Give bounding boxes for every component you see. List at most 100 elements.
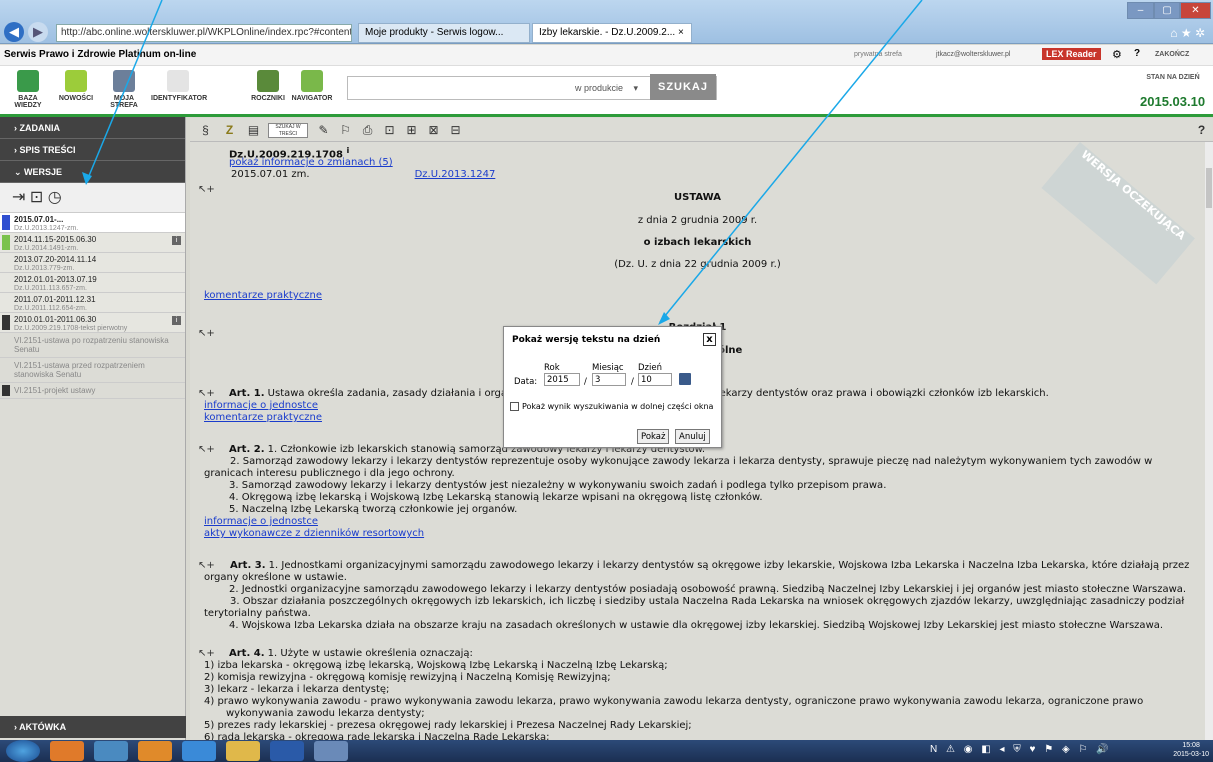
- info-icon[interactable]: i: [172, 236, 181, 245]
- flag-icon[interactable]: ⚐: [338, 123, 353, 138]
- day-label: Dzień: [638, 363, 662, 373]
- show-button[interactable]: Pokaż: [637, 429, 670, 444]
- stan-na-dzien-label[interactable]: STAN NA DZIEŃ: [1138, 74, 1208, 81]
- version-dates: 2010.01.01-2011.06.30: [14, 315, 97, 324]
- definition-item: 4) prawo wykonywania zawodu - prawo wyko…: [204, 696, 1144, 719]
- day-field[interactable]: 10: [638, 373, 672, 386]
- act-date: z dnia 2 grudnia 2009 r.: [637, 215, 758, 226]
- roczniki-button[interactable]: ROCZNIKI: [244, 68, 292, 102]
- help-icon[interactable]: ?: [1194, 123, 1209, 138]
- paint-icon[interactable]: [314, 741, 348, 761]
- add-note-icon[interactable]: ↖+: [198, 388, 215, 399]
- version-draft-item[interactable]: VI.2151-ustawa przed rozpatrzeniem stano…: [0, 358, 185, 383]
- print-icon[interactable]: ⎙: [360, 123, 375, 138]
- z-icon[interactable]: Z: [222, 123, 237, 138]
- identyfikator-button[interactable]: IDENTYFIKATOR: [151, 68, 207, 102]
- change-link[interactable]: Dz.U.2013.1247: [415, 169, 496, 180]
- add-note-icon[interactable]: ↖+: [198, 444, 215, 455]
- folder-icon[interactable]: [226, 741, 260, 761]
- export-icon[interactable]: ⊡: [382, 123, 397, 138]
- month-field[interactable]: 3: [592, 373, 626, 386]
- start-button[interactable]: [6, 740, 40, 762]
- private-zone-link[interactable]: prywatna strefa: [854, 51, 902, 58]
- tool-label: MOJA STREFA: [110, 95, 138, 109]
- sidebar-zadania[interactable]: › ZADANIA: [0, 117, 185, 139]
- version-item[interactable]: 2012.01.01-2013.07.19 Dz.U.2011.113.657-z…: [0, 273, 185, 293]
- version-item[interactable]: 2015.07.01-... Dz.U.2013.1247-zm.: [0, 213, 185, 233]
- executive-acts-link[interactable]: akty wykonawcze z dzienników resortowych: [204, 528, 1166, 540]
- annotate-icon[interactable]: ✎: [316, 123, 331, 138]
- article-3-par-4: 4. Wojskowa Izba Lekarska działa na obsz…: [229, 620, 1164, 631]
- draft-label: VI.2151-projekt ustawy: [14, 386, 96, 395]
- scroll-thumb[interactable]: [1206, 168, 1212, 208]
- version-item[interactable]: 2011.07.01-2011.12.31 Dz.U.2011.112.654-z…: [0, 293, 185, 313]
- version-item[interactable]: 2014.11.15-2015.06.30 Dz.U.2014.1491-zm. i: [0, 233, 185, 253]
- version-draft-item[interactable]: VI.2151-projekt ustawy: [0, 383, 185, 399]
- commentary-link[interactable]: komentarze praktyczne: [204, 290, 1166, 302]
- document-icon[interactable]: ▤: [246, 123, 261, 138]
- tab-izby-lekarskie[interactable]: Izby lekarskie. - Dz.U.2009.2... ×: [532, 23, 692, 43]
- version-item[interactable]: 2010.01.01-2011.06.30 Dz.U.2009.219.1708-…: [0, 313, 185, 333]
- search-in-text-button[interactable]: SZUKAJ W TREŚCI: [268, 123, 308, 138]
- add-note-icon[interactable]: ↖+: [198, 648, 215, 659]
- clock[interactable]: 15:08 2015-03-10: [1173, 741, 1209, 759]
- close-window-button[interactable]: ✕: [1180, 2, 1211, 19]
- copy-icon[interactable]: ⊞: [404, 123, 419, 138]
- info-sup[interactable]: i: [346, 145, 349, 155]
- document-scrollbar[interactable]: [1205, 142, 1213, 740]
- address-bar[interactable]: http://abc.online.wolterskluwer.pl/WKPLO…: [56, 24, 352, 42]
- forward-icon[interactable]: ▶: [28, 22, 48, 42]
- moja-strefa-button[interactable]: MOJA STREFA: [100, 68, 148, 109]
- tab-moje-produkty[interactable]: Moje produkty - Serwis logow...: [358, 23, 530, 43]
- baza-wiedzy-button[interactable]: BAZA WIEDZY: [4, 68, 52, 109]
- home-star-gear-icon[interactable]: ⌂ ★ ✲: [1170, 26, 1205, 40]
- system-tray[interactable]: N ⚠ ◉ ◧ ◂ ⛨ ♥ ⚑ ◈ ⚐ 🔊: [930, 744, 1112, 755]
- app-icon[interactable]: [94, 741, 128, 761]
- version-dates: 2013.07.20-2014.11.14: [14, 255, 97, 264]
- sidebar-spis-tresci[interactable]: › SPIS TREŚCI: [0, 139, 185, 161]
- user-email[interactable]: jtkacz@wolterskluwer.pl: [936, 51, 1010, 58]
- bookmark-icon: [2, 385, 10, 396]
- sidebar-wersje[interactable]: ⌄ WERSJE: [0, 161, 185, 183]
- briefcase-icon[interactable]: ⊟: [448, 123, 463, 138]
- settings-icon[interactable]: ⚙: [1112, 48, 1122, 61]
- year-field[interactable]: 2015: [544, 373, 580, 386]
- navigator-button[interactable]: NAVIGATOR: [288, 68, 336, 102]
- word-icon[interactable]: [270, 741, 304, 761]
- show-changes-link[interactable]: pokaż informacje o zmianach (5): [229, 157, 1191, 169]
- maximize-button[interactable]: ▢: [1154, 2, 1180, 19]
- help-icon[interactable]: ?: [1134, 48, 1140, 59]
- article-3-par-2: 2. Jednostki organizacyjne samorządu zaw…: [229, 584, 1187, 595]
- main-toolbar: BAZA WIEDZY NOWOŚCI MOJA STREFA IDENTYFI…: [0, 66, 1213, 114]
- definition-item: 3) lekarz - lekarza i lekarza dentystę;: [204, 684, 390, 695]
- minimize-button[interactable]: –: [1127, 2, 1154, 19]
- bookmark-icon: [2, 215, 10, 230]
- search-scope-select[interactable]: w produkcie ▾: [575, 83, 638, 94]
- tab-close-icon[interactable]: ×: [678, 27, 684, 38]
- calendar-icon[interactable]: [679, 373, 691, 385]
- sidebar-aktowka[interactable]: › AKTÓWKA: [0, 716, 186, 738]
- show-results-checkbox[interactable]: [510, 402, 519, 411]
- version-item[interactable]: 2013.07.20-2014.11.14 Dz.U.2013.779-zm.: [0, 253, 185, 273]
- info-icon[interactable]: i: [172, 316, 181, 325]
- lex-reader-button[interactable]: LEX Reader: [1042, 48, 1101, 60]
- search-button[interactable]: SZUKAJ: [650, 74, 716, 100]
- paragraph-icon[interactable]: §: [198, 123, 213, 138]
- logout-button[interactable]: ZAKOŃCZ: [1155, 51, 1189, 58]
- act-publication: (Dz. U. z dnia 22 grudnia 2009 r.): [614, 259, 781, 270]
- close-icon[interactable]: x: [703, 333, 716, 346]
- version-tools[interactable]: ⇥ ⊡ ◷: [0, 183, 185, 213]
- back-icon[interactable]: ◀: [4, 22, 24, 42]
- email-icon[interactable]: ⊠: [426, 123, 441, 138]
- article-2-par-4: 4. Okręgową izbę lekarską i Wojskową Izb…: [229, 492, 763, 503]
- outlook-icon[interactable]: [138, 741, 172, 761]
- cancel-button[interactable]: Anuluj: [675, 429, 710, 444]
- firefox-icon[interactable]: [50, 741, 84, 761]
- section-label: ZADANIA: [19, 123, 61, 133]
- internet-explorer-icon[interactable]: [182, 741, 216, 761]
- article-3-par-3: 3. Obszar działania poszczególnych okręg…: [204, 596, 1185, 619]
- unit-info-link[interactable]: informacje o jednostce: [204, 516, 1166, 528]
- nowosci-button[interactable]: NOWOŚCI: [52, 68, 100, 102]
- version-source: Dz.U.2011.112.654-zm.: [14, 305, 87, 312]
- version-draft-item[interactable]: VI.2151-ustawa po rozpatrzeniu stanowisk…: [0, 333, 185, 358]
